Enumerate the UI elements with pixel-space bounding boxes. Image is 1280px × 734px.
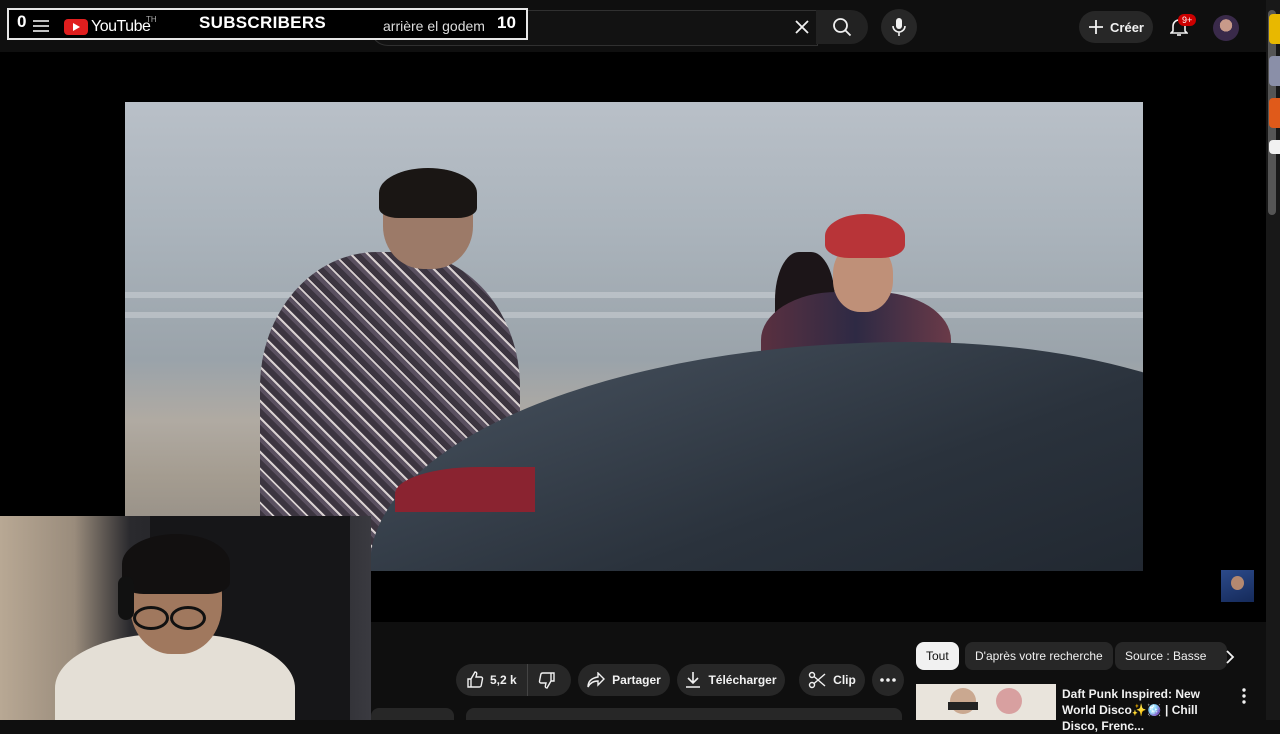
youtube-logo-icon[interactable] bbox=[64, 19, 88, 35]
download-label: Télécharger bbox=[708, 673, 777, 687]
avatar[interactable] bbox=[1213, 15, 1239, 41]
subscriber-count: 0 bbox=[17, 12, 27, 31]
clip-label: Clip bbox=[833, 673, 856, 687]
description-edge bbox=[371, 708, 454, 720]
recommendation-title[interactable]: Daft Punk Inspired: New World Disco✨🪩 | … bbox=[1062, 686, 1234, 734]
extension-icon[interactable] bbox=[1269, 56, 1280, 86]
like-count: 5,2 k bbox=[490, 673, 517, 687]
create-button[interactable]: Créer bbox=[1079, 11, 1153, 43]
search-button[interactable] bbox=[816, 10, 868, 44]
voice-search-button[interactable] bbox=[881, 9, 917, 45]
logo-country-code: TH bbox=[146, 15, 157, 24]
subscriber-overlay: 0 YouTube TH SUBSCRIBERS arrière el gode… bbox=[7, 8, 528, 40]
recommendation-menu-button[interactable] bbox=[1236, 686, 1252, 706]
chevron-right-icon bbox=[1226, 650, 1235, 664]
share-button[interactable]: Partager bbox=[578, 664, 670, 696]
sea-wave bbox=[125, 292, 1143, 298]
man-hair bbox=[379, 168, 477, 218]
notification-badge: 9+ bbox=[1178, 14, 1197, 26]
download-icon bbox=[686, 672, 701, 688]
clear-search-button[interactable] bbox=[787, 12, 817, 42]
more-actions-button[interactable] bbox=[872, 664, 904, 696]
download-button[interactable]: Télécharger bbox=[677, 664, 785, 696]
thumb-visor bbox=[948, 702, 978, 710]
plus-icon bbox=[1089, 20, 1104, 34]
extension-icon[interactable] bbox=[1269, 98, 1280, 128]
description-box[interactable] bbox=[466, 708, 902, 720]
webcam-hair bbox=[122, 534, 230, 594]
thumb-figure-right bbox=[996, 688, 1022, 714]
red-beret bbox=[825, 214, 905, 258]
glasses-left bbox=[133, 606, 169, 630]
subscriber-goal: 10 bbox=[497, 13, 516, 32]
more-vertical-icon bbox=[1242, 688, 1246, 704]
thumbs-down-icon bbox=[538, 672, 555, 689]
glasses-right bbox=[170, 606, 206, 630]
youtube-logo-text: YouTube bbox=[91, 18, 151, 35]
more-horizontal-icon bbox=[880, 678, 896, 682]
search-icon bbox=[833, 18, 852, 37]
chip-next-button[interactable] bbox=[1219, 646, 1241, 668]
extension-icon[interactable] bbox=[1269, 14, 1280, 44]
thumb-figure-left bbox=[950, 688, 976, 714]
clip-button[interactable]: Clip bbox=[799, 664, 865, 696]
mic-icon bbox=[892, 18, 906, 36]
chip-from-search[interactable]: D'après votre recherche bbox=[965, 642, 1113, 670]
video-frame[interactable] bbox=[125, 102, 1143, 571]
webcam-overlay bbox=[0, 516, 371, 720]
subscribers-label: SUBSCRIBERS bbox=[199, 13, 327, 32]
close-icon bbox=[795, 20, 809, 34]
menu-icon[interactable] bbox=[33, 20, 49, 32]
share-label: Partager bbox=[612, 673, 661, 687]
search-query-text: arrière el godem bbox=[383, 18, 485, 34]
extension-icon[interactable] bbox=[1269, 140, 1280, 154]
thumbs-up-icon bbox=[467, 671, 484, 688]
chip-source[interactable]: Source : Basse bbox=[1115, 642, 1227, 670]
dislike-button[interactable] bbox=[528, 664, 566, 696]
share-icon bbox=[587, 672, 606, 688]
headphone bbox=[118, 576, 134, 620]
scissors-icon bbox=[808, 671, 826, 689]
channel-watermark[interactable] bbox=[1221, 570, 1254, 602]
chip-all[interactable]: Tout bbox=[916, 642, 959, 670]
like-dislike-group: 5,2 k bbox=[456, 664, 571, 696]
create-label: Créer bbox=[1110, 19, 1144, 35]
recommendation-thumbnail[interactable] bbox=[916, 684, 1056, 720]
like-button[interactable]: 5,2 k bbox=[456, 664, 528, 696]
